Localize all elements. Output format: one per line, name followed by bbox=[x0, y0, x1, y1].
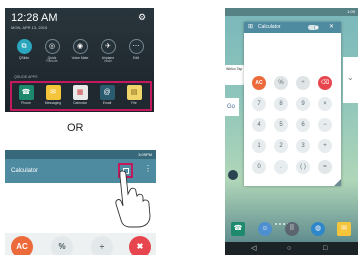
qslide-calculator-window[interactable]: ⊞ Calculator ✕ AC % ÷ ⌫ 7 8 9 × 4 5 6 − … bbox=[244, 22, 341, 186]
key-5[interactable]: 5 bbox=[274, 118, 288, 132]
qslide-app-file[interactable]: ▤ File bbox=[121, 85, 147, 105]
key-8[interactable]: 8 bbox=[274, 97, 288, 111]
qslide-app-messaging[interactable]: ✉ Messaging bbox=[40, 85, 66, 105]
phone-icon: ☎ bbox=[18, 85, 34, 100]
messaging-icon[interactable]: ✉ bbox=[337, 222, 351, 236]
app-title: Calculator bbox=[11, 168, 39, 174]
tap-gesture-hand-icon bbox=[115, 170, 151, 228]
file-manager-icon: ▤ bbox=[126, 85, 142, 100]
app-label: Phone bbox=[21, 101, 31, 105]
key-ac[interactable]: AC bbox=[11, 236, 33, 255]
gear-icon[interactable]: ⚙ bbox=[138, 12, 146, 22]
quick-setting-quick-remote[interactable]: ◎ Quick Remote bbox=[39, 39, 65, 64]
key-0[interactable]: 0 bbox=[252, 160, 266, 174]
key-divide[interactable]: ÷ bbox=[91, 236, 113, 255]
contacts-icon[interactable]: ☺ bbox=[258, 222, 272, 236]
key-parentheses[interactable]: ( ) bbox=[296, 160, 310, 174]
status-time: 12:28 AM bbox=[11, 12, 58, 24]
key-equals[interactable]: = bbox=[318, 160, 332, 174]
phone-home-screen: 1:09 Welco Tap Go ⌄ ⊞ Calculator ✕ AC % … bbox=[219, 2, 360, 255]
calendar-icon: ▦ bbox=[72, 85, 88, 100]
background-search-widget: Go bbox=[225, 98, 239, 116]
qslide-app-phone[interactable]: ☎ Phone bbox=[13, 85, 39, 105]
transparency-toggle[interactable] bbox=[308, 25, 319, 30]
toggle-knob bbox=[314, 25, 319, 30]
key-minus[interactable]: − bbox=[318, 118, 332, 132]
remote-icon: ◎ bbox=[44, 39, 60, 54]
key-divide[interactable]: ÷ bbox=[296, 76, 310, 90]
key-6[interactable]: 6 bbox=[296, 118, 310, 132]
app-label: Messaging bbox=[44, 101, 62, 105]
key-2[interactable]: 2 bbox=[274, 139, 288, 153]
calculator-display bbox=[244, 33, 341, 73]
home-wallpaper: 1:09 Welco Tap Go ⌄ ⊞ Calculator ✕ AC % … bbox=[225, 8, 358, 255]
chevron-down-icon: ⌄ bbox=[347, 73, 354, 82]
app-label: File bbox=[131, 101, 137, 105]
notification-panel: 12:28 AM MON, APR 13, 2015 ⚙ ⧉ QSlide ◎ … bbox=[5, 8, 154, 112]
key-delete[interactable]: ⌫ bbox=[318, 76, 332, 90]
qslide-apps-label: QSLIDE APPS bbox=[14, 75, 38, 79]
navigation-bar: ◁ ○ □ bbox=[225, 242, 358, 255]
qslide-icon: ⧉ bbox=[16, 39, 32, 54]
qslide-app-email[interactable]: @ Email bbox=[94, 85, 120, 105]
floating-shortcut-icon[interactable] bbox=[228, 170, 238, 180]
home-dock: ☎ ☺ ⠿ ◍ ✉ bbox=[225, 218, 358, 240]
qslide-grip-icon[interactable]: ⊞ bbox=[247, 24, 254, 31]
quick-setting-qslide[interactable]: ⧉ QSlide bbox=[11, 39, 37, 60]
key-7[interactable]: 7 bbox=[252, 97, 266, 111]
status-bar: 3:09PM bbox=[5, 150, 156, 159]
apps-icon[interactable]: ⠿ bbox=[285, 222, 299, 236]
quick-setting-label: QSlide bbox=[18, 56, 30, 60]
voice-icon: ◉ bbox=[72, 39, 88, 54]
app-label: Email bbox=[102, 101, 112, 105]
calculator-keypad: AC % ÷ ⌫ 7 8 9 × 4 5 6 − 1 2 3 + 0 . ( )… bbox=[244, 73, 341, 186]
calculator-keypad: AC % ÷ ✖ bbox=[5, 233, 156, 255]
key-delete[interactable]: ✖ bbox=[129, 236, 151, 255]
background-widget-text: Welco Tap bbox=[225, 65, 244, 85]
airplane-icon: ✈ bbox=[100, 39, 116, 54]
status-bar: 1:09 bbox=[225, 8, 358, 16]
quick-setting-airplane[interactable]: ✈ Airplane mode bbox=[95, 39, 121, 64]
messaging-icon: ✉ bbox=[45, 85, 61, 100]
phone-icon[interactable]: ☎ bbox=[231, 222, 245, 236]
key-ac[interactable]: AC bbox=[252, 76, 266, 90]
key-1[interactable]: 1 bbox=[252, 139, 266, 153]
key-multiply[interactable]: × bbox=[318, 97, 332, 111]
qslide-app-calendar[interactable]: ▦ Calendar bbox=[67, 85, 93, 105]
status-date: MON, APR 13, 2015 bbox=[11, 25, 48, 30]
quick-setting-voice-mate[interactable]: ◉ Voice Mate bbox=[67, 39, 93, 60]
qslide-apps-highlight: ☎ Phone ✉ Messaging ▦ Calendar @ Email ▤… bbox=[10, 81, 152, 111]
edit-icon: ⋯ bbox=[128, 39, 144, 54]
quick-setting-sublabel: mode bbox=[104, 59, 112, 63]
close-icon[interactable]: ✕ bbox=[329, 24, 334, 31]
quick-settings-row: ⧉ QSlide ◎ Quick Remote ◉ Voice Mate ✈ A… bbox=[5, 39, 154, 73]
page-indicator bbox=[275, 212, 315, 225]
internet-icon[interactable]: ◍ bbox=[311, 222, 325, 236]
home-icon[interactable]: ○ bbox=[287, 244, 291, 253]
key-percent[interactable]: % bbox=[274, 76, 288, 90]
key-3[interactable]: 3 bbox=[296, 139, 310, 153]
back-icon[interactable]: ◁ bbox=[251, 244, 256, 253]
quick-setting-edit[interactable]: ⋯ Edit bbox=[123, 39, 149, 60]
quick-setting-sublabel: Remote bbox=[46, 59, 58, 63]
quick-setting-label: Voice Mate bbox=[71, 56, 89, 60]
app-label: Calendar bbox=[73, 101, 87, 105]
qslide-title: Calculator bbox=[258, 24, 281, 30]
qslide-title-bar[interactable]: ⊞ Calculator ✕ bbox=[244, 22, 341, 33]
key-plus[interactable]: + bbox=[318, 139, 332, 153]
key-decimal[interactable]: . bbox=[274, 160, 288, 174]
resize-handle-icon[interactable] bbox=[334, 179, 341, 186]
email-icon: @ bbox=[99, 85, 115, 100]
recents-icon[interactable]: □ bbox=[323, 244, 327, 253]
key-percent[interactable]: % bbox=[51, 236, 73, 255]
key-4[interactable]: 4 bbox=[252, 118, 266, 132]
or-separator: OR bbox=[67, 122, 84, 134]
key-9[interactable]: 9 bbox=[296, 97, 310, 111]
quick-setting-label: Edit bbox=[133, 56, 139, 60]
